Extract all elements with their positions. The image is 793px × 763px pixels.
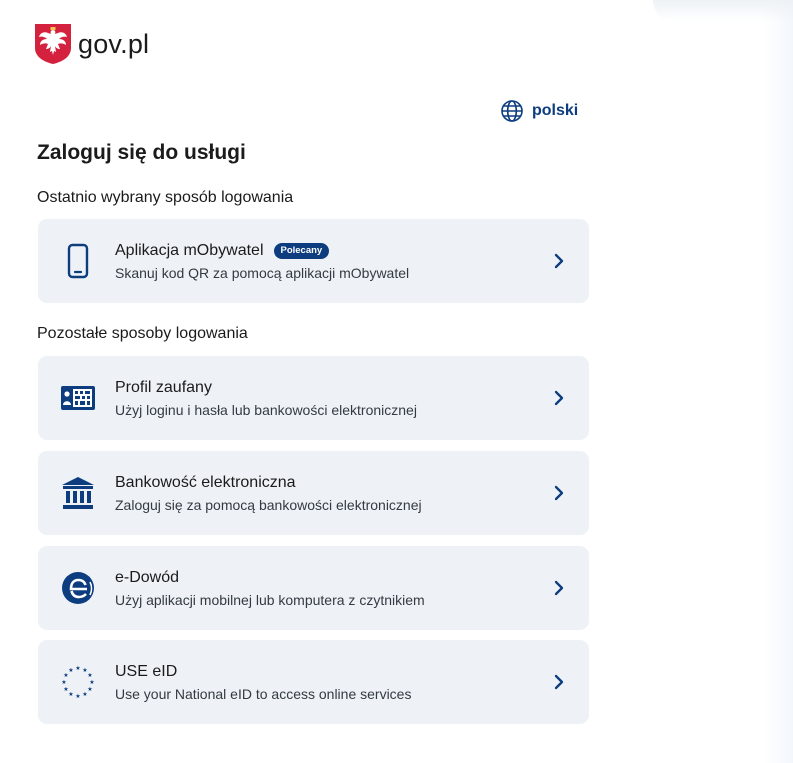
bank-icon — [60, 475, 96, 511]
chevron-right-icon — [552, 253, 566, 269]
corner-shadow — [653, 0, 793, 22]
method-title: Profil zaufany — [115, 379, 212, 396]
login-method-trusted-profile[interactable]: Profil zaufany Użyj loginu i hasła lub b… — [38, 356, 589, 440]
window-edge-shade — [763, 0, 793, 763]
logo-text: gov.pl — [78, 28, 150, 59]
svg-text:★: ★ — [87, 672, 92, 679]
phone-icon — [60, 243, 96, 279]
method-description: Zaloguj się za pomocą bankowości elektro… — [115, 497, 422, 513]
chevron-right-icon — [552, 390, 566, 406]
login-method-mobywatel[interactable]: Aplikacja mObywatel Polecany Skanuj kod … — [38, 219, 589, 303]
svg-text:★: ★ — [82, 691, 87, 698]
svg-text:★: ★ — [89, 679, 94, 686]
gov-pl-logo[interactable]: gov.pl — [35, 24, 149, 64]
svg-text:★: ★ — [75, 665, 80, 672]
method-title: e-Dowód — [115, 569, 180, 586]
login-method-e-dowod[interactable]: e-Dowód Użyj aplikacji mobilnej lub komp… — [38, 546, 589, 630]
recommended-badge: Polecany — [273, 243, 330, 259]
method-description: Użyj aplikacji mobilnej lub komputera z … — [115, 592, 425, 608]
globe-icon — [501, 100, 523, 122]
eu-stars-icon: ★ ★ ★ ★ ★ ★ ★ ★ ★ ★ ★ ★ — [60, 664, 96, 700]
other-section-label: Pozostałe sposoby logowania — [37, 325, 248, 342]
method-description: Use your National eID to access online s… — [115, 686, 412, 702]
svg-text:★: ★ — [68, 667, 73, 674]
method-description: Skanuj kod QR za pomocą aplikacji mObywa… — [115, 265, 410, 281]
language-switcher[interactable]: polski — [500, 99, 578, 123]
chevron-right-icon — [552, 485, 566, 501]
method-title-text: Aplikacja mObywatel — [115, 242, 264, 259]
polish-emblem-icon — [35, 24, 71, 64]
chevron-right-icon — [552, 674, 566, 690]
method-description: Użyj loginu i hasła lub bankowości elekt… — [115, 402, 417, 418]
method-title: Bankowość elektroniczna — [115, 474, 296, 491]
svg-text:★: ★ — [68, 691, 73, 698]
method-title: USE eID — [115, 663, 178, 680]
svg-text:★: ★ — [63, 686, 68, 693]
e-id-card-icon — [60, 570, 96, 606]
svg-text:★: ★ — [61, 679, 66, 686]
method-title: Aplikacja mObywatel Polecany — [115, 242, 330, 260]
page-title: Zaloguj się do usługi — [37, 141, 246, 164]
chevron-right-icon — [552, 580, 566, 596]
language-label: polski — [532, 102, 579, 119]
login-method-use-eid[interactable]: ★ ★ ★ ★ ★ ★ ★ ★ ★ ★ ★ ★ USE eID Use your Nationa… — [38, 640, 589, 724]
svg-text:★: ★ — [87, 686, 92, 693]
recent-section-label: Ostatnio wybrany sposób logowania — [37, 189, 294, 206]
svg-text:★: ★ — [75, 693, 80, 700]
trusted-profile-icon — [60, 380, 96, 416]
login-method-online-banking[interactable]: Bankowość elektroniczna Zaloguj się za p… — [38, 451, 589, 535]
